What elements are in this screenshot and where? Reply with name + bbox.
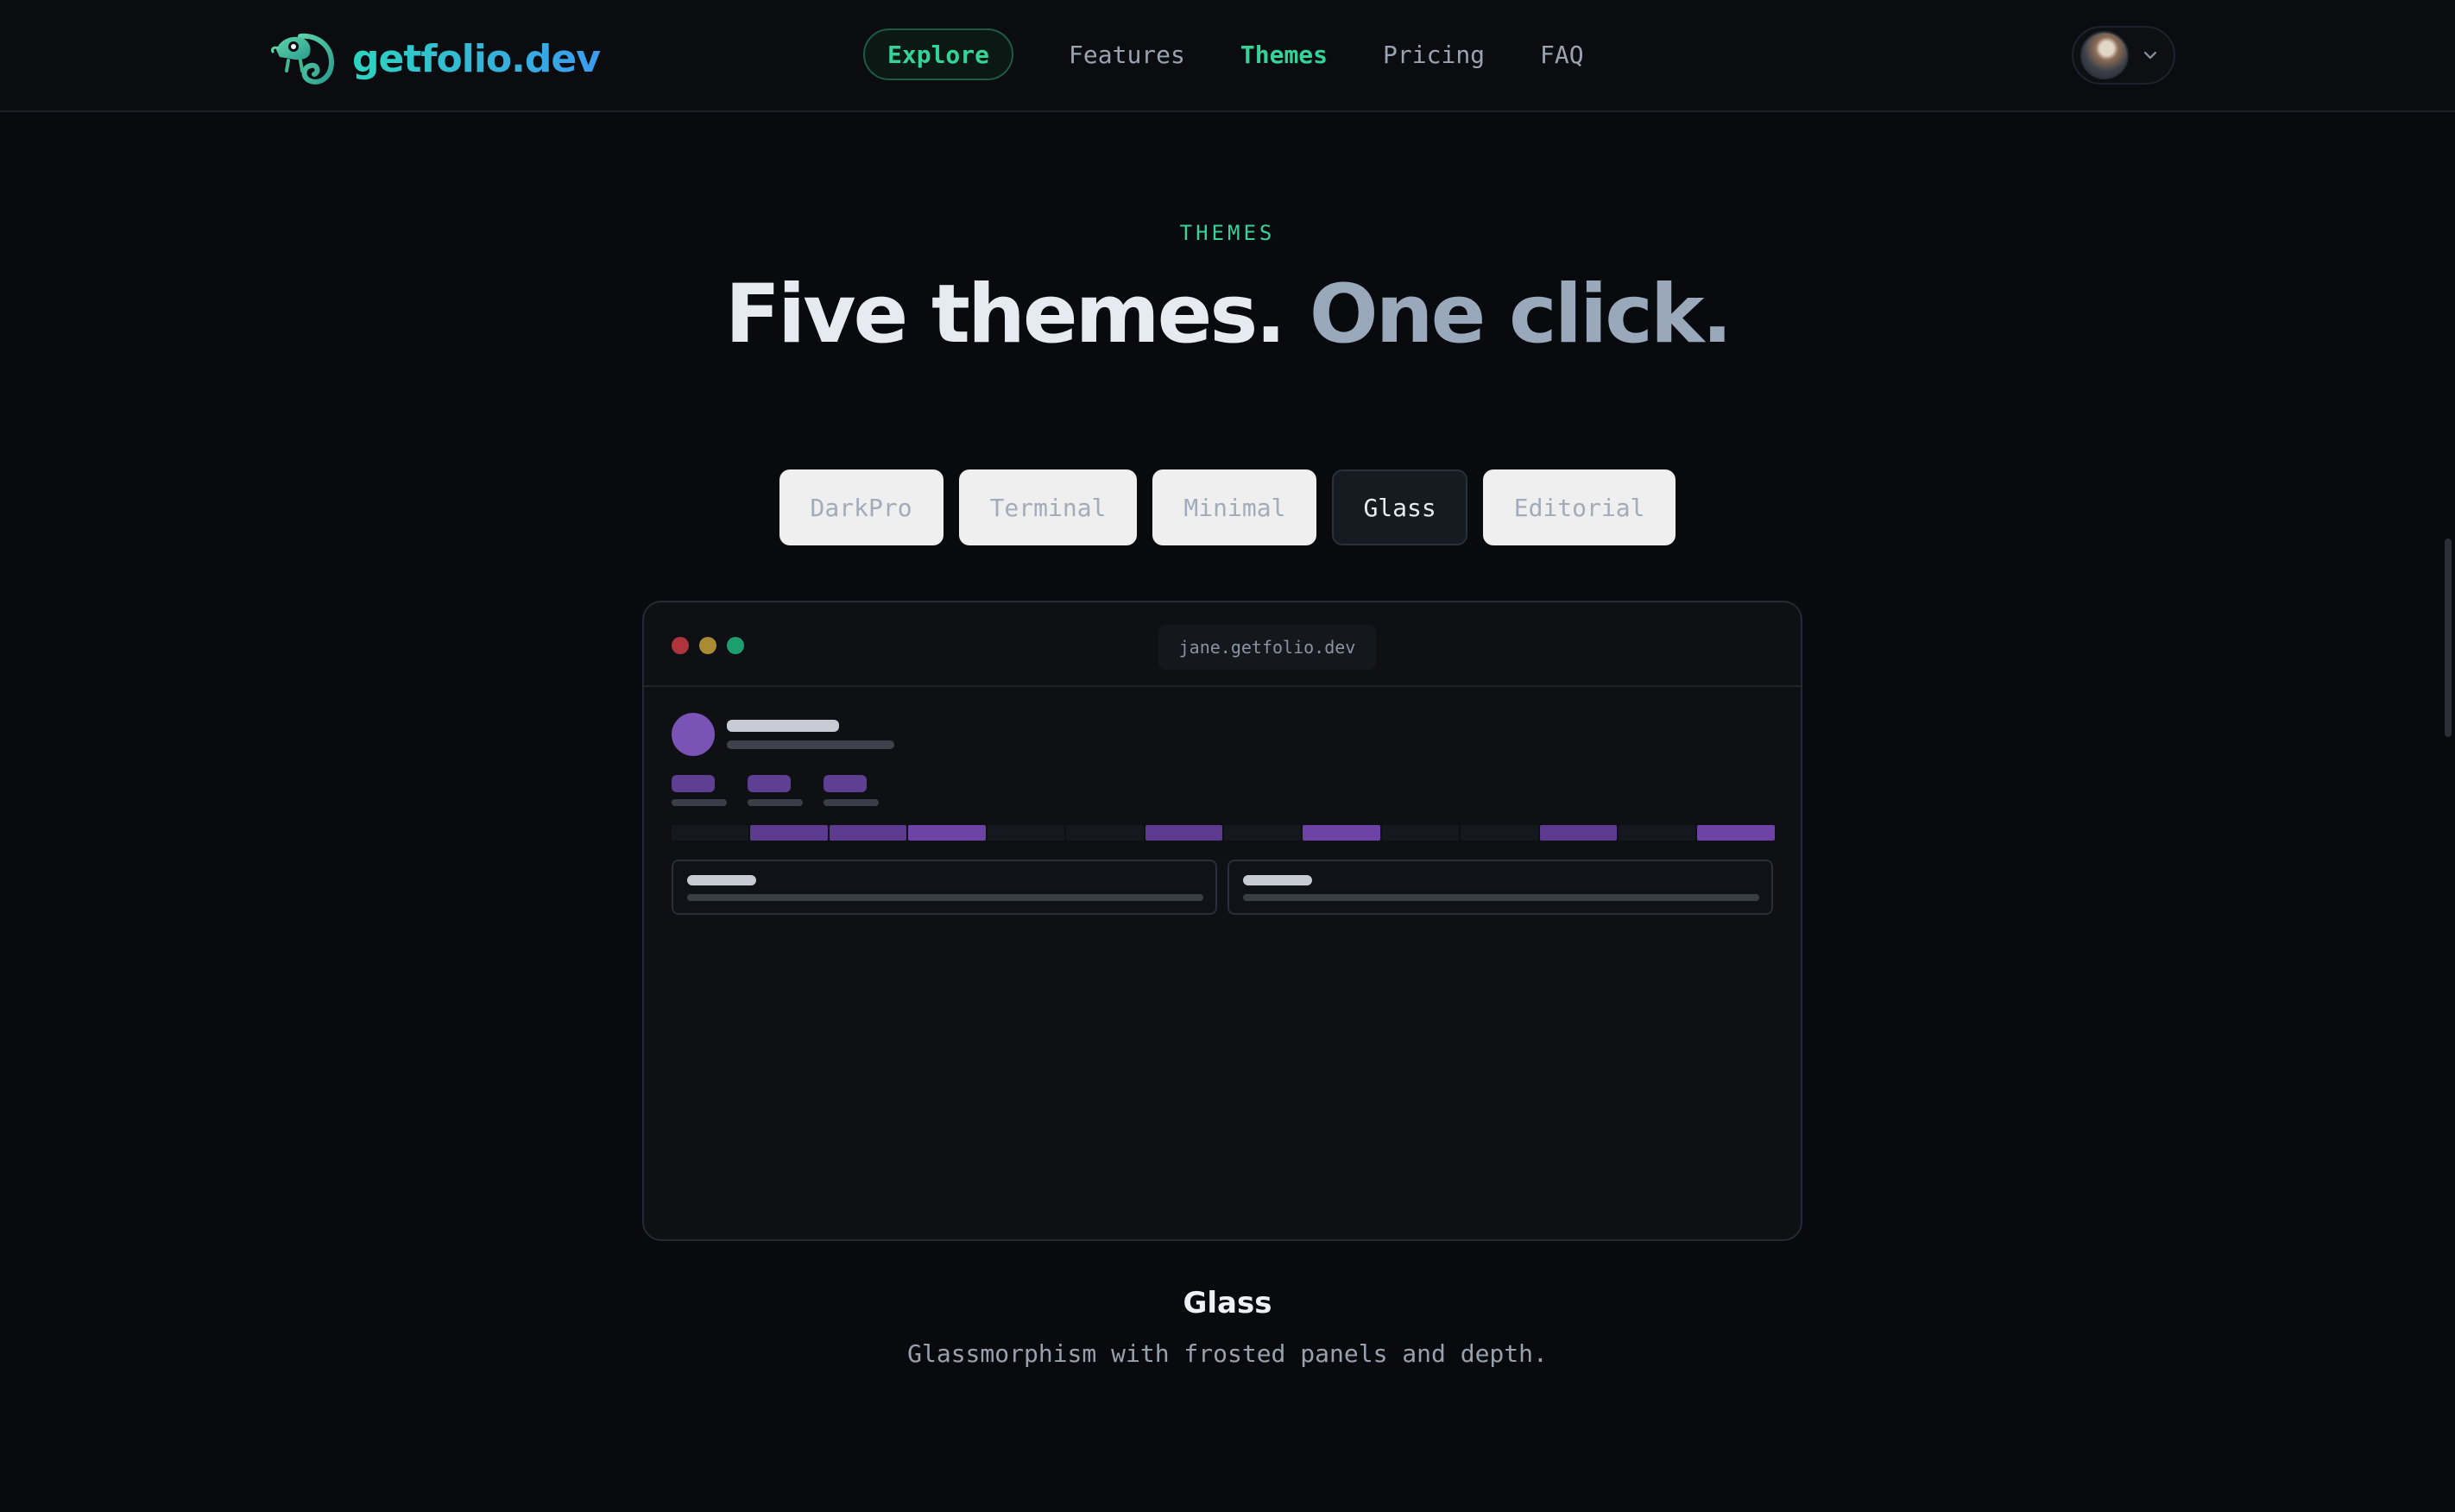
headline-primary: Five themes. [724,268,1286,362]
tab-minimal[interactable]: Minimal [1152,469,1317,545]
preview-stat-label [824,799,879,806]
preview-activity-strip [672,825,1775,841]
card-title-placeholder [687,875,756,885]
theme-preview-window: jane.getfolio.dev [642,601,1802,1241]
nav-pricing-link[interactable]: Pricing [1383,41,1485,69]
headline-secondary: One click. [1309,268,1732,362]
activity-cell [1619,825,1696,841]
preview-project-card [672,860,1217,915]
activity-cell [1303,825,1380,841]
page-scrollbar[interactable] [2445,539,2452,737]
activity-cell [829,825,907,841]
activity-cell [987,825,1065,841]
brand-name: getfolio.dev [352,36,601,81]
activity-cell [750,825,828,841]
window-maximize-dot [727,637,744,654]
chevron-down-icon [2143,51,2157,60]
preview-stat-chip [672,775,715,792]
activity-cell [908,825,986,841]
window-close-dot [672,637,689,654]
activity-cell [1381,825,1460,841]
card-title-placeholder [1243,875,1312,885]
preview-subtitle-placeholder [727,740,894,749]
preview-stat-chip [748,775,791,792]
activity-cell [1223,825,1302,841]
preview-stat-chip [824,775,867,792]
selected-theme-description: Glassmorphism with frosted panels and de… [907,1339,1548,1368]
nav-themes-link[interactable]: Themes [1240,41,1328,69]
card-text-placeholder [687,894,1203,901]
selected-theme-title: Glass [1183,1286,1272,1320]
tab-darkpro[interactable]: DarkPro [779,469,944,545]
brand-home-link[interactable]: getfolio.dev [271,31,601,86]
tab-editorial[interactable]: Editorial [1482,469,1676,545]
nav-explore-button[interactable]: Explore [863,28,1014,80]
section-eyebrow: THEMES [1179,221,1276,245]
preview-project-card [1228,860,1773,915]
preview-url: jane.getfolio.dev [1158,625,1376,670]
main-nav: Explore Features Themes Pricing FAQ [863,28,1584,80]
nav-faq-link[interactable]: FAQ [1540,41,1584,69]
card-text-placeholder [1243,894,1759,901]
nav-features-link[interactable]: Features [1069,41,1185,69]
preview-avatar [672,713,715,756]
activity-cell [1539,825,1618,841]
section-headline: Five themes. One click. [0,268,2455,362]
preview-content [644,687,1801,1239]
activity-cell [1697,825,1775,841]
preview-stat-label [672,799,727,806]
preview-titlebar: jane.getfolio.dev [644,602,1801,687]
tab-terminal[interactable]: Terminal [958,469,1138,545]
window-minimize-dot [699,637,716,654]
theme-tabs: DarkPro Terminal Minimal Glass Editorial [0,469,2455,545]
activity-cell [1066,825,1144,841]
preview-name-placeholder [727,720,839,732]
avatar [2080,31,2129,79]
activity-cell [672,825,749,841]
tab-glass[interactable]: Glass [1332,469,1467,545]
activity-cell [1461,825,1538,841]
account-menu-button[interactable] [2072,26,2175,85]
top-navigation-bar: getfolio.dev Explore Features Themes Pri… [0,0,2455,112]
preview-stat-label [748,799,803,806]
activity-cell [1145,825,1222,841]
chameleon-logo-icon [271,33,335,85]
